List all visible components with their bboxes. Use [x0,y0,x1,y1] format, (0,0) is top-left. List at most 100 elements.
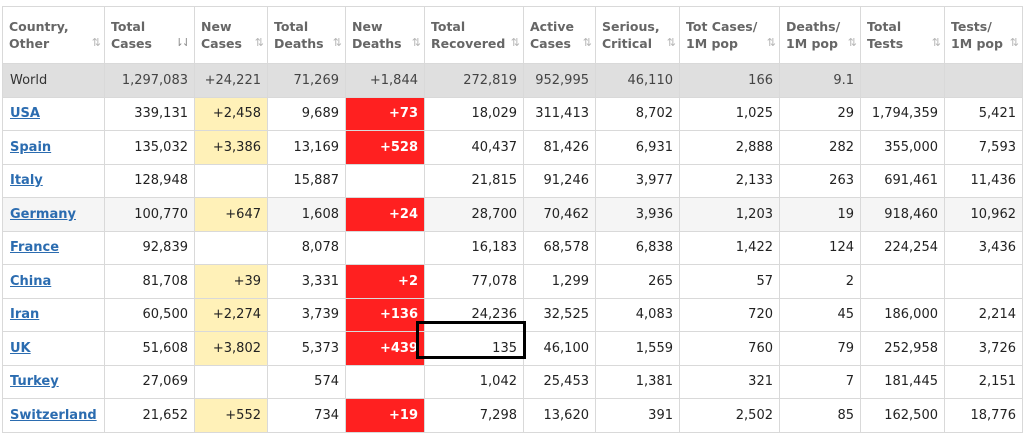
cell-active-cases: 68,578 [523,230,596,265]
cell-deaths-per-million: 29 [779,96,861,131]
column-header-label: Total [274,19,309,34]
cell-total-cases: 60,500 [104,297,195,332]
column-header-label: Recovered [431,36,506,51]
cell-country: Switzerland [2,398,105,433]
table-row: Turkey 27,069 574 1,042 25,453 1,381 321 7 181,4… [2,364,1023,399]
cell-country: China [2,264,105,299]
cell-country: France [2,230,105,265]
table-row: Iran 60,500 +2,274 3,739 +136 24,236 32,525 4,0… [2,297,1023,332]
cell-new-deaths [345,163,425,198]
cell-tests-per-million: 10,962 [944,197,1023,232]
country-link[interactable]: Iran [10,307,39,322]
cell-country: Italy [2,163,105,198]
cell-serious-critical: 1,381 [595,364,680,399]
country-link[interactable]: China [10,274,51,289]
sort-icon[interactable]: ⇅ [92,34,101,51]
column-header-deaths-per-million[interactable]: Deaths/1M pop ⇅ [779,6,861,64]
cell-country: Iran [2,297,105,332]
cell-tests-per-million: 3,436 [944,230,1023,265]
cell-total-recovered: 16,183 [424,230,524,265]
column-header-country[interactable]: Country, Other ⇅ [2,6,105,64]
cell-country: USA [2,96,105,131]
cell-tests-per-million: 5,421 [944,96,1023,131]
world-total-row: World 1,297,083 +24,221 71,269 +1,844 272,819… [2,63,1023,98]
column-header-label: Total [431,19,466,34]
cell-country: Spain [2,130,105,165]
column-header-total-cases[interactable]: Total Cases ⇂⇃ [104,6,195,64]
column-header-tests-per-million[interactable]: Tests/1M pop ⇅ [944,6,1023,64]
sort-icon[interactable]: ⇅ [412,34,421,51]
cell-tests-per-million: 3,726 [944,331,1023,366]
column-header-cases-per-million[interactable]: Tot Cases/1M pop ⇅ [679,6,780,64]
table-row: UK 51,608 +3,802 5,373 +439 135 46,100 1,559 760… [2,331,1023,366]
cell-active-cases: 91,246 [523,163,596,198]
cell-total-tests [860,264,945,299]
cell-serious-critical: 1,559 [595,331,680,366]
cell-total-tests: 252,958 [860,331,945,366]
cell-active-cases: 1,299 [523,264,596,299]
column-header-active-cases[interactable]: Active Cases ⇅ [523,6,596,64]
column-header-label: 1M pop [786,36,838,51]
cell-deaths-per-million: 7 [779,364,861,399]
country-link[interactable]: France [10,240,59,255]
sort-icon[interactable]: ⇅ [255,34,264,51]
column-header-label: New [201,19,232,34]
cell-tests-per-million [944,63,1023,98]
column-header-total-deaths[interactable]: Total Deaths ⇅ [267,6,346,64]
sort-icon[interactable]: ⇅ [583,34,592,51]
column-header-total-recovered[interactable]: Total Recovered ⇅ [424,6,524,64]
cell-deaths-per-million: 9.1 [779,63,861,98]
country-link[interactable]: Italy [10,173,43,188]
cell-total-tests: 918,460 [860,197,945,232]
table-row: USA 339,131 +2,458 9,689 +73 18,029 311,413 8,7… [2,96,1023,131]
cell-deaths-per-million: 263 [779,163,861,198]
sort-icon[interactable]: ⇅ [1010,34,1019,51]
cell-total-cases: 51,608 [104,331,195,366]
cell-total-recovered: 21,815 [424,163,524,198]
cell-deaths-per-million: 85 [779,398,861,433]
cell-new-cases: +24,221 [194,63,268,98]
cell-tests-per-million: 7,593 [944,130,1023,165]
cell-active-cases: 32,525 [523,297,596,332]
sort-icon[interactable]: ⇅ [511,34,520,51]
cell-total-deaths: 3,739 [267,297,346,332]
sort-icon[interactable]: ⇅ [767,34,776,51]
cell-total-deaths: 1,608 [267,197,346,232]
cell-serious-critical: 8,702 [595,96,680,131]
column-header-label: Tests/ [951,19,992,34]
column-header-total-tests[interactable]: Total Tests ⇅ [860,6,945,64]
cell-total-recovered: 135 [424,331,524,366]
cell-new-deaths: +439 [345,331,425,366]
column-header-serious-critical[interactable]: Serious, Critical ⇅ [595,6,680,64]
cell-total-deaths: 8,078 [267,230,346,265]
cell-total-recovered: 1,042 [424,364,524,399]
cell-deaths-per-million: 124 [779,230,861,265]
table-row: France 92,839 8,078 16,183 68,578 6,838 1,422 1… [2,230,1023,265]
cell-active-cases: 25,453 [523,364,596,399]
column-header-new-deaths[interactable]: New Deaths ⇅ [345,6,425,64]
sort-icon[interactable]: ⇅ [333,34,342,51]
cell-active-cases: 46,100 [523,331,596,366]
cell-total-tests: 691,461 [860,163,945,198]
cell-total-deaths: 71,269 [267,63,346,98]
cell-total-tests [860,63,945,98]
country-link[interactable]: Germany [10,207,76,222]
sort-icon[interactable]: ⇂⇃ [175,34,192,51]
sort-icon[interactable]: ⇅ [932,34,941,51]
cell-total-recovered: 18,029 [424,96,524,131]
sort-icon[interactable]: ⇅ [667,34,676,51]
country-link[interactable]: Turkey [10,374,59,389]
cell-active-cases: 952,995 [523,63,596,98]
cell-tests-per-million: 2,151 [944,364,1023,399]
cell-total-recovered: 40,437 [424,130,524,165]
country-link[interactable]: Spain [10,140,51,155]
cell-deaths-per-million: 79 [779,331,861,366]
country-link[interactable]: USA [10,106,40,121]
column-header-label: Deaths [352,36,402,51]
cell-total-deaths: 3,331 [267,264,346,299]
cell-total-cases: 92,839 [104,230,195,265]
column-header-new-cases[interactable]: New Cases ⇅ [194,6,268,64]
country-link[interactable]: Switzerland [10,408,97,423]
country-link[interactable]: UK [10,341,31,356]
sort-icon[interactable]: ⇅ [848,34,857,51]
